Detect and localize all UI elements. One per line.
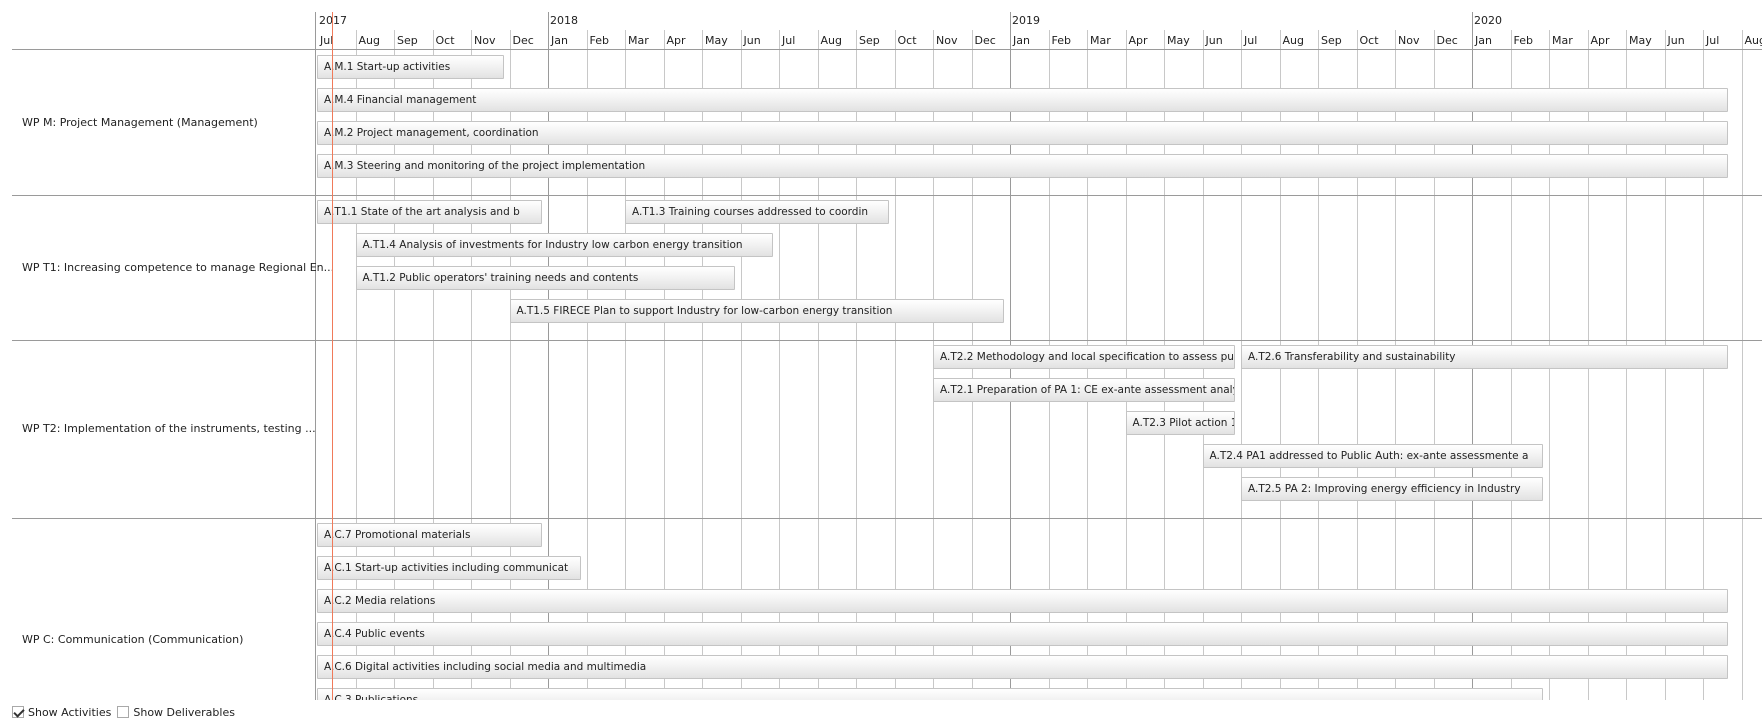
grid-start-line [315,12,316,700]
show-activities-checkbox[interactable] [12,706,24,718]
month-label: Oct [1359,34,1379,47]
month-label: Jul [320,34,334,47]
activity-bar[interactable]: A.C.1 Start-up activities including comm… [317,556,581,580]
month-label: May [705,34,728,47]
month-label: Sep [1321,34,1342,47]
work-package-divider [12,195,1762,196]
activity-bar[interactable]: A.T1.3 Training courses addressed to coo… [625,200,889,224]
month-gridline [1741,30,1743,700]
activity-bar[interactable]: A.T1.4 Analysis of investments for Indus… [355,233,774,257]
activity-bar[interactable]: A.T1.1 State of the art analysis and b [317,200,543,224]
month-label: Jun [1205,34,1223,47]
activity-bar[interactable]: A.C.3 Publications [317,688,1544,700]
activity-bar[interactable]: A.C.7 Promotional materials [317,523,543,547]
month-label: Dec [512,34,534,47]
work-package-divider [12,340,1762,341]
activity-bar[interactable]: A.T2.2 Methodology and local specificati… [933,345,1236,369]
month-label: Jun [1667,34,1685,47]
month-label: May [1629,34,1652,47]
activity-bar[interactable]: A.T1.2 Public operators' training needs … [355,266,735,290]
view-options: Show Activities Show Deliverables [12,704,241,720]
show-activities-label: Show Activities [28,705,112,719]
month-label: Nov [474,34,496,47]
work-package-label: WP M: Project Management (Management) [22,115,258,129]
month-label: Dec [1436,34,1458,47]
month-label: Jan [1013,34,1030,47]
show-deliverables-label: Show Deliverables [133,705,235,719]
month-label: Nov [1398,34,1420,47]
activity-bar[interactable]: A.C.4 Public events [317,622,1728,646]
month-label: Jul [1706,34,1720,47]
show-activities-toggle[interactable]: Show Activities [12,706,111,719]
activity-bar[interactable]: A.C.2 Media relations [317,589,1728,613]
month-label: Jan [551,34,568,47]
year-label: 2018 [550,14,578,27]
month-label: Apr [1128,34,1148,47]
activity-bar[interactable]: A.M.2 Project management, coordination [317,121,1728,145]
month-label: Oct [435,34,455,47]
month-label: Aug [1744,34,1762,47]
show-deliverables-checkbox[interactable] [117,706,130,718]
month-label: Feb [1051,34,1071,47]
work-package-label: WP T2: Implementation of the instruments… [22,422,316,435]
work-package-divider [12,518,1762,519]
gantt-chart: Jul Aug Sep Oct Nov Dec Jan Feb Mar Apr May Jun Jul A… [0,0,1762,700]
month-label: Jan [1475,34,1492,47]
activity-bar[interactable]: A.T1.5 FIRECE Plan to support Industry f… [509,299,1005,323]
activity-bar[interactable]: A.T2.4 PA1 addressed to Public Auth: ex-… [1202,444,1544,468]
month-label: Aug [1282,34,1304,47]
month-label: Oct [897,34,917,47]
activity-bar[interactable]: A.M.1 Start-up activities [317,55,504,79]
activity-bar[interactable]: A.T2.6 Transferability and sustainabilit… [1241,345,1728,369]
month-label: Aug [820,34,842,47]
month-label: Feb [1513,34,1533,47]
year-label: 2020 [1474,14,1502,27]
activity-bar[interactable]: A.T2.3 Pilot action 1 a [1125,411,1236,435]
month-label: Jul [1244,34,1258,47]
activity-bar[interactable]: A.T2.1 Preparation of PA 1: CE ex-ante a… [933,378,1236,402]
month-label: Jul [782,34,796,47]
month-label: Mar [1090,34,1111,47]
activity-bar[interactable]: A.T2.5 PA 2: Improving energy efficiency… [1241,477,1544,501]
month-label: Apr [1590,34,1610,47]
today-marker [332,12,334,700]
activity-bar[interactable]: A.M.3 Steering and monitoring of the pro… [317,154,1728,178]
activity-bar[interactable]: A.M.4 Financial management [317,88,1728,112]
month-label: May [1167,34,1190,47]
year-label: 2019 [1012,14,1040,27]
header-divider [12,49,1762,50]
month-label: Dec [974,34,996,47]
month-label: Mar [1552,34,1573,47]
show-deliverables-toggle[interactable]: Show Deliverables [117,706,235,719]
work-package-label: WP C: Communication (Communication) [22,633,244,646]
month-label: Sep [397,34,418,47]
activity-bar[interactable]: A.C.6 Digital activities including socia… [317,655,1728,679]
month-label: Sep [859,34,880,47]
month-label: Jun [743,34,761,47]
month-label: Apr [666,34,686,47]
month-label: Feb [589,34,609,47]
month-label: Nov [936,34,958,47]
month-label: Mar [628,34,649,47]
month-label: Aug [358,34,380,47]
work-package-label: WP T1: Increasing competence to manage R… [22,260,335,274]
